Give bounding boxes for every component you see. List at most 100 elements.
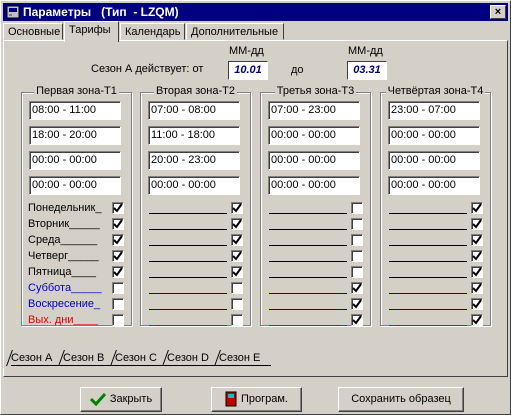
check-mark-icon xyxy=(472,219,482,229)
day-label: Понедельник_ xyxy=(28,202,102,214)
program-button[interactable]: Програм. xyxy=(211,387,302,412)
day-checkbox[interactable] xyxy=(231,202,243,214)
interval-field[interactable]: 00:00 - 00:00 xyxy=(148,176,240,195)
day-row: Среда______ xyxy=(28,234,130,248)
interval-field[interactable]: 08:00 - 11:00 xyxy=(29,101,121,120)
zone-group-t1: Первая зона-Т1 08:00 - 11:00 18:00 - 20:00… xyxy=(21,85,132,328)
day-checkbox[interactable] xyxy=(471,314,483,326)
check-mark-icon xyxy=(113,219,123,229)
day-checkbox[interactable] xyxy=(351,250,363,262)
day-checkbox[interactable] xyxy=(351,266,363,278)
day-checkbox[interactable] xyxy=(112,282,124,294)
day-row: Пятница____ xyxy=(28,266,130,280)
day-row xyxy=(147,234,249,248)
day-checkbox[interactable] xyxy=(231,314,243,326)
interval-field[interactable]: 23:00 - 07:00 xyxy=(388,101,480,120)
device-icon xyxy=(225,391,237,407)
day-checkbox[interactable] xyxy=(231,266,243,278)
interval-field[interactable]: 07:00 - 08:00 xyxy=(148,101,240,120)
day-checkbox[interactable] xyxy=(471,234,483,246)
day-checkbox[interactable] xyxy=(351,298,363,310)
day-checkbox[interactable] xyxy=(112,314,124,326)
interval-field[interactable]: 11:00 - 18:00 xyxy=(148,126,240,145)
day-checkbox[interactable] xyxy=(231,218,243,230)
tab-basic[interactable]: Основные xyxy=(3,23,63,40)
day-checkbox[interactable] xyxy=(471,266,483,278)
zone-title: Четвёртая зона-Т4 xyxy=(385,85,486,97)
day-checkbox[interactable] xyxy=(351,234,363,246)
day-row xyxy=(147,202,249,216)
day-underline xyxy=(269,325,347,326)
tab-calendar[interactable]: Календарь xyxy=(120,23,185,40)
day-checkbox[interactable] xyxy=(471,250,483,262)
season-tabs: Сезон А Сезон В Сезон С Сезон D Сезон Е xyxy=(6,350,343,367)
check-mark-icon xyxy=(472,283,482,293)
day-underline xyxy=(269,293,347,294)
interval-field[interactable]: 00:00 - 00:00 xyxy=(388,176,480,195)
day-checkbox[interactable] xyxy=(231,298,243,310)
app-icon xyxy=(6,5,20,19)
interval-field[interactable]: 00:00 - 00:00 xyxy=(29,176,121,195)
window-title: Параметры (Тип - LZQM) xyxy=(23,5,179,19)
day-row xyxy=(147,314,249,328)
season-tab-d[interactable]: Сезон D xyxy=(162,350,219,366)
zone-group-t3: Третья зона-Т3 07:00 - 23:00 00:00 - 00:00… xyxy=(260,85,371,326)
day-checkbox[interactable] xyxy=(231,282,243,294)
day-label: Среда______ xyxy=(28,234,98,246)
interval-field[interactable]: 00:00 - 00:00 xyxy=(268,151,360,170)
day-row xyxy=(147,218,249,232)
season-from-field[interactable]: 10.01 xyxy=(228,61,268,80)
interval-field[interactable]: 20:00 - 23:00 xyxy=(148,151,240,170)
day-row: Понедельник_ xyxy=(28,202,130,216)
day-checkbox[interactable] xyxy=(471,202,483,214)
interval-field[interactable]: 00:00 - 00:00 xyxy=(29,151,121,170)
season-tab-b[interactable]: Сезон В xyxy=(58,350,115,366)
zone-group-t4: Четвёртая зона-Т4 23:00 - 07:00 00:00 - 00… xyxy=(380,85,491,328)
close-window-button[interactable]: × xyxy=(490,5,506,19)
season-tab-c[interactable]: Сезон С xyxy=(110,350,167,366)
day-checkbox[interactable] xyxy=(351,218,363,230)
day-row xyxy=(387,314,489,328)
season-to-label: до xyxy=(291,64,304,76)
day-checkbox[interactable] xyxy=(112,218,124,230)
interval-field[interactable]: 18:00 - 20:00 xyxy=(29,126,121,145)
tab-additional[interactable]: Дополнительные xyxy=(186,23,284,40)
day-checkbox[interactable] xyxy=(351,314,363,326)
day-underline xyxy=(269,261,347,262)
day-checkbox[interactable] xyxy=(112,234,124,246)
day-underline xyxy=(269,309,347,310)
day-row xyxy=(267,266,369,280)
day-checkbox[interactable] xyxy=(351,282,363,294)
day-underline xyxy=(149,229,227,230)
day-checkbox[interactable] xyxy=(351,202,363,214)
save-template-button[interactable]: Сохранить образец xyxy=(338,387,464,412)
interval-field[interactable]: 00:00 - 00:00 xyxy=(268,126,360,145)
day-row xyxy=(387,298,489,312)
close-button[interactable]: Закрыть xyxy=(80,387,162,412)
day-underline xyxy=(269,245,347,246)
season-to-field[interactable]: 03.31 xyxy=(347,61,387,80)
day-row: Воскресение_ xyxy=(28,298,130,312)
day-label: Суббота_____ xyxy=(28,282,102,294)
day-checkbox[interactable] xyxy=(231,234,243,246)
day-row: Вых. дни____ xyxy=(28,314,130,328)
day-checkbox[interactable] xyxy=(471,282,483,294)
day-checkbox[interactable] xyxy=(112,202,124,214)
tab-tariffs[interactable]: Тарифы xyxy=(64,21,119,42)
day-row xyxy=(147,282,249,296)
day-checkbox[interactable] xyxy=(231,250,243,262)
day-row: Четверг_____ xyxy=(28,250,130,264)
season-tab-e[interactable]: Сезон Е xyxy=(214,350,271,366)
day-checkbox[interactable] xyxy=(112,298,124,310)
season-tab-a[interactable]: Сезон А xyxy=(6,350,63,366)
interval-field[interactable]: 00:00 - 00:00 xyxy=(388,151,480,170)
day-checkbox[interactable] xyxy=(471,298,483,310)
day-row xyxy=(387,282,489,296)
interval-field[interactable]: 00:00 - 00:00 xyxy=(268,176,360,195)
day-checkbox[interactable] xyxy=(112,266,124,278)
day-checkbox[interactable] xyxy=(471,218,483,230)
interval-field[interactable]: 00:00 - 00:00 xyxy=(388,126,480,145)
check-mark-icon xyxy=(232,203,242,213)
interval-field[interactable]: 07:00 - 23:00 xyxy=(268,101,360,120)
day-checkbox[interactable] xyxy=(112,250,124,262)
